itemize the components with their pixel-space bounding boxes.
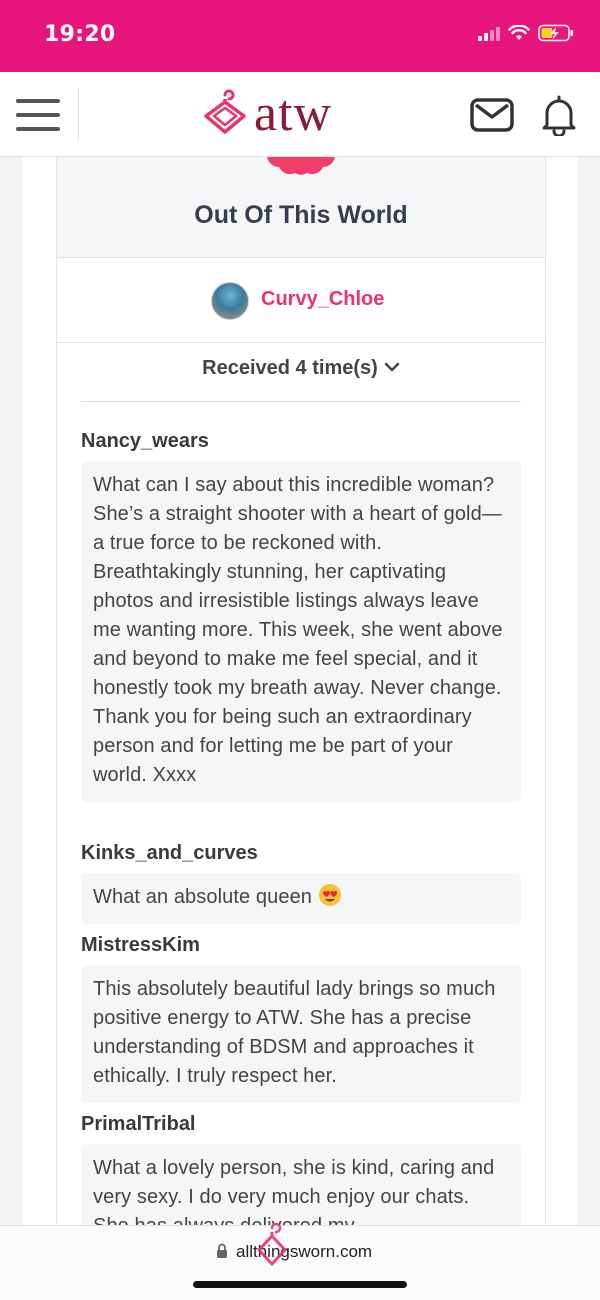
bell-icon[interactable]: [539, 94, 579, 136]
lock-icon: [217, 1243, 227, 1258]
award-card: Out Of This World Curvy_Chloe Received 4…: [56, 157, 546, 1225]
home-indicator[interactable]: [193, 1281, 407, 1288]
status-time: 19:20: [44, 22, 116, 47]
side-strip: [544, 157, 578, 1225]
reviewer-name[interactable]: Nancy_wears: [81, 429, 521, 453]
menu-icon[interactable]: [16, 96, 62, 134]
signal-icon: [478, 25, 500, 41]
heart-eyes-emoji-icon: [319, 884, 342, 906]
award-header: Out Of This World: [57, 157, 545, 258]
site-header: atw: [0, 72, 600, 157]
hanger-logo-icon: [257, 1222, 287, 1266]
review-item: Kinks_and_curves What an absolute queen: [81, 841, 521, 924]
recipient-row[interactable]: Curvy_Chloe: [57, 258, 545, 343]
review-text-box: What an absolute queen: [81, 873, 521, 924]
divider: [81, 401, 521, 402]
received-count-label: Received 4 time(s): [202, 357, 378, 379]
mail-icon[interactable]: [470, 98, 514, 132]
received-count-toggle[interactable]: Received 4 time(s): [57, 357, 545, 380]
status-bar: 19:20: [0, 0, 600, 72]
avatar[interactable]: [211, 282, 249, 320]
side-strip: [22, 157, 56, 1225]
review-text: What an absolute queen: [93, 886, 313, 908]
review-item: PrimalTribal What a lovely person, she i…: [81, 1112, 521, 1225]
reviewer-name[interactable]: Kinks_and_curves: [81, 841, 521, 865]
review-item: Nancy_wears What can I say about this in…: [81, 429, 521, 802]
logo-text: atw: [254, 85, 333, 142]
chevron-down-icon: [384, 362, 400, 372]
review-text: What a lovely person, she is kind, carin…: [81, 1144, 521, 1225]
award-title: Out Of This World: [194, 201, 408, 229]
recipient-name-link[interactable]: Curvy_Chloe: [261, 288, 384, 311]
award-badge-icon: [267, 157, 335, 175]
reviewer-name[interactable]: MistressKim: [81, 933, 521, 957]
header-divider: [78, 88, 79, 140]
browser-url-bar[interactable]: allthingsworn.com: [0, 1222, 600, 1300]
battery-charging-icon: [538, 24, 573, 42]
hanger-logo-icon: [204, 89, 246, 134]
review-item: MistressKim This absolutely beautiful la…: [81, 933, 521, 1103]
wifi-icon: [508, 25, 530, 40]
site-logo[interactable]: atw: [200, 86, 332, 142]
review-text: This absolutely beautiful lady brings so…: [81, 965, 521, 1103]
review-text: What can I say about this incredible wom…: [81, 461, 521, 802]
reviewer-name[interactable]: PrimalTribal: [81, 1112, 521, 1136]
status-icons: [478, 24, 574, 42]
